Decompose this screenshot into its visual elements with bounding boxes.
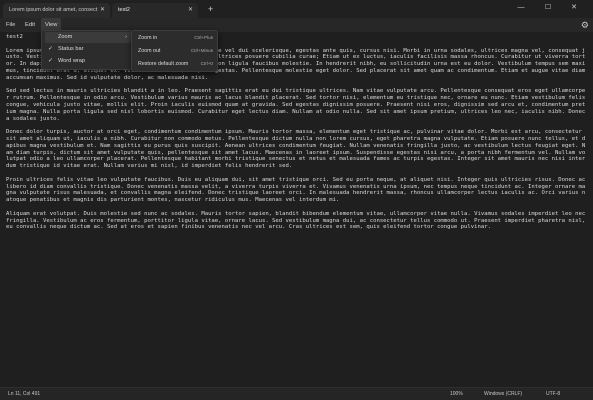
tab-label: Lorem ipsum dolor sit amet, consect — [9, 7, 98, 13]
zoom-level: 100% — [450, 391, 463, 397]
minimize-button[interactable]: — — [510, 0, 532, 18]
close-icon[interactable]: ✕ — [188, 3, 193, 18]
tab-test2[interactable]: test2 ✕ — [112, 3, 198, 18]
zoom-submenu: Zoom in Ctrl+Plus Zoom out Ctrl+Minus Re… — [131, 30, 218, 72]
gear-icon[interactable]: ⚙ — [581, 19, 589, 31]
check-icon: ✓ — [48, 58, 54, 64]
menu-item-label: Status bar — [58, 46, 84, 52]
new-tab-button[interactable]: + — [208, 3, 213, 15]
menu-item-zoom-in[interactable]: Zoom in Ctrl+Plus — [135, 32, 216, 44]
line-endings: Windows (CRLF) — [484, 391, 523, 397]
menu-item-word-wrap[interactable]: ✓ Word wrap — [45, 56, 131, 67]
maximize-button[interactable]: ☐ — [537, 0, 559, 18]
text-editor[interactable]: test2 Lorem ipsum dolor sit amet, consec… — [0, 32, 593, 387]
menu-edit[interactable]: Edit — [21, 18, 39, 32]
menu-item-label: Zoom — [58, 34, 73, 40]
menu-item-label: Zoom in — [138, 35, 158, 41]
editor-paragraph: Aliquam erat volutpat. Duis molestie sed… — [6, 210, 589, 231]
tab-label: test2 — [118, 7, 130, 13]
view-menu-dropdown: Zoom › ✓ Status bar ✓ Word wrap — [41, 30, 133, 70]
status-bar: Ln 11, Col 491 100% Windows (CRLF) UTF-8 — [0, 387, 593, 400]
editor-paragraph: Donec dolor turpis, auctor at orci eget,… — [6, 129, 586, 170]
menu-file[interactable]: File — [2, 18, 19, 32]
editor-paragraph: Sed sed lectus in mauris ultricies bland… — [6, 88, 589, 122]
encoding: UTF-8 — [546, 391, 561, 397]
close-window-button[interactable]: ✕ — [563, 0, 585, 18]
cursor-position: Ln 11, Col 491 — [8, 391, 41, 397]
shortcut-label: Ctrl+0 — [200, 61, 213, 66]
shortcut-label: Ctrl+Plus — [194, 35, 213, 40]
menu-item-label: Restore default zoom — [138, 61, 189, 67]
title-bar: Lorem ipsum dolor sit amet, consect ✕ te… — [0, 0, 593, 18]
tab-lorem-ipsum[interactable]: Lorem ipsum dolor sit amet, consect ✕ — [3, 3, 110, 18]
menu-item-zoom[interactable]: Zoom › — [45, 32, 131, 43]
shortcut-label: Ctrl+Minus — [190, 48, 213, 53]
editor-paragraph: Proin ultrices felis vitae leo vulputate… — [6, 176, 589, 204]
chevron-right-icon: › — [125, 34, 127, 40]
check-icon: ✓ — [48, 46, 54, 52]
close-icon[interactable]: ✕ — [100, 3, 105, 18]
menu-item-zoom-out[interactable]: Zoom out Ctrl+Minus — [135, 45, 216, 57]
menu-item-label: Zoom out — [138, 48, 161, 54]
menu-item-restore-zoom[interactable]: Restore default zoom Ctrl+0 — [135, 58, 216, 70]
menu-item-label: Word wrap — [58, 58, 85, 64]
menu-item-status-bar[interactable]: ✓ Status bar — [45, 44, 131, 55]
